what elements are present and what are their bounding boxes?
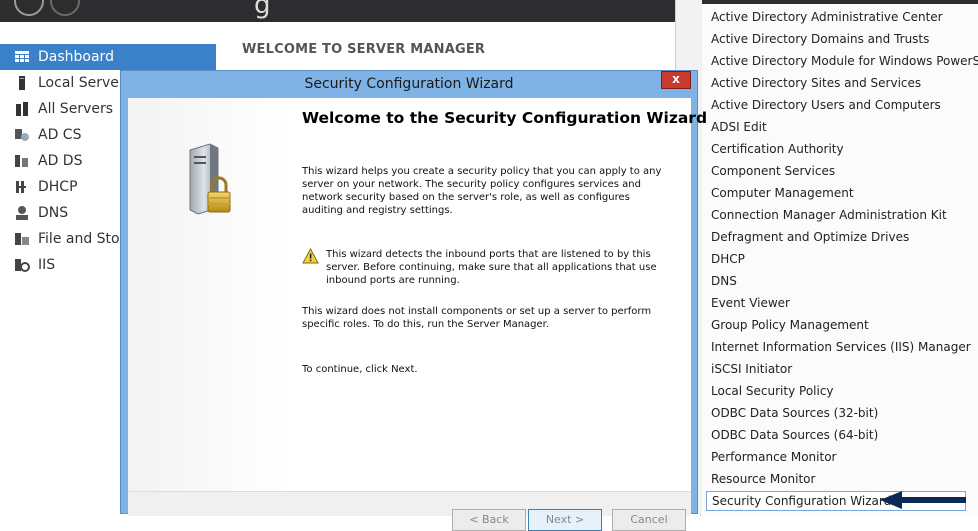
warning-icon: [302, 248, 319, 264]
cancel-button[interactable]: Cancel: [612, 509, 686, 531]
back-button[interactable]: [14, 0, 44, 16]
forward-button[interactable]: [50, 0, 80, 16]
sidebar-item-label: Dashboard: [38, 49, 114, 65]
tools-menu-item[interactable]: iSCSI Initiator: [711, 359, 792, 379]
tools-menu-item[interactable]: Event Viewer: [711, 293, 790, 313]
next-button[interactable]: Next >: [528, 509, 602, 531]
close-button[interactable]: x: [661, 71, 691, 89]
tools-menu-item[interactable]: Computer Management: [711, 183, 854, 203]
sidebar-item-label: AD DS: [38, 153, 83, 169]
sidebar-item-label: All Servers: [38, 101, 114, 117]
arrow-pointer-icon: [880, 491, 966, 509]
wizard-body: Welcome to the Security Configuration Wi…: [128, 98, 707, 531]
tools-menu-item[interactable]: Active Directory Sites and Services: [711, 73, 921, 93]
tools-menu-item[interactable]: DHCP: [711, 249, 745, 269]
server-lock-icon: [189, 143, 231, 215]
server-icon: [14, 75, 30, 91]
continue-paragraph: To continue, click Next.: [302, 364, 418, 375]
sidebar-item-dashboard[interactable]: Dashboard: [0, 44, 216, 70]
tools-menu-item[interactable]: Local Security Policy: [711, 381, 834, 401]
wizard-heading: Welcome to the Security Configuration Wi…: [302, 109, 708, 127]
sidebar-item-label: IIS: [38, 257, 56, 273]
tools-menu-item[interactable]: Group Policy Management: [711, 315, 869, 335]
tools-menu-item[interactable]: Component Services: [711, 161, 835, 181]
iis-icon: [14, 257, 30, 273]
tools-menu-item[interactable]: Active Directory Users and Computers: [711, 95, 941, 115]
dashboard-grid-icon: [14, 49, 30, 65]
tools-menu-item[interactable]: ODBC Data Sources (64-bit): [711, 425, 878, 445]
tools-menu: Active Directory Administrative Center Ac…: [675, 0, 978, 516]
title-fragment: g: [254, 0, 271, 20]
servers-icon: [14, 101, 30, 117]
file-storage-icon: [14, 231, 30, 247]
dns-icon: [14, 205, 30, 221]
tools-menu-item[interactable]: ADSI Edit: [711, 117, 767, 137]
tools-menu-item[interactable]: ODBC Data Sources (32-bit): [711, 403, 878, 423]
certificate-server-icon: [14, 127, 30, 143]
sidebar-item-label: Local Server: [38, 75, 125, 91]
sidebar-item-label: DNS: [38, 205, 69, 221]
sidebar-item-label: AD CS: [38, 127, 82, 143]
tools-menu-item[interactable]: Active Directory Domains and Trusts: [711, 29, 929, 49]
tools-menu-item[interactable]: DNS: [711, 271, 737, 291]
security-configuration-wizard-window: Security Configuration Wizard x Welcome …: [120, 70, 707, 531]
tools-menu-item[interactable]: Certification Authority: [711, 139, 844, 159]
intro-paragraph: This wizard helps you create a security …: [302, 166, 662, 216]
sidebar-item-label: DHCP: [38, 179, 78, 195]
wizard-footer: < Back Next > Cancel: [128, 491, 691, 531]
tools-menu-item[interactable]: Active Directory Module for Windows Powe…: [711, 51, 978, 71]
tools-menu-item[interactable]: Defragment and Optimize Drives: [711, 227, 909, 247]
tools-menu-item[interactable]: Connection Manager Administration Kit: [711, 205, 947, 225]
tools-menu-item[interactable]: Resource Monitor: [711, 469, 815, 489]
wizard-side-panel: [128, 98, 291, 493]
tools-menu-item[interactable]: Internet Information Services (IIS) Mana…: [711, 337, 971, 357]
dhcp-icon: [14, 179, 30, 195]
warning-paragraph: This wizard detects the inbound ports th…: [326, 249, 657, 286]
tools-menu-item[interactable]: Active Directory Administrative Center: [711, 7, 943, 27]
directory-server-icon: [14, 153, 30, 169]
window-title: Security Configuration Wizard: [304, 76, 514, 92]
tools-menu-item[interactable]: Performance Monitor: [711, 447, 836, 467]
info-paragraph: This wizard does not install components …: [302, 306, 652, 330]
welcome-title: WELCOME TO SERVER MANAGER: [242, 42, 486, 57]
back-button[interactable]: < Back: [452, 509, 526, 531]
